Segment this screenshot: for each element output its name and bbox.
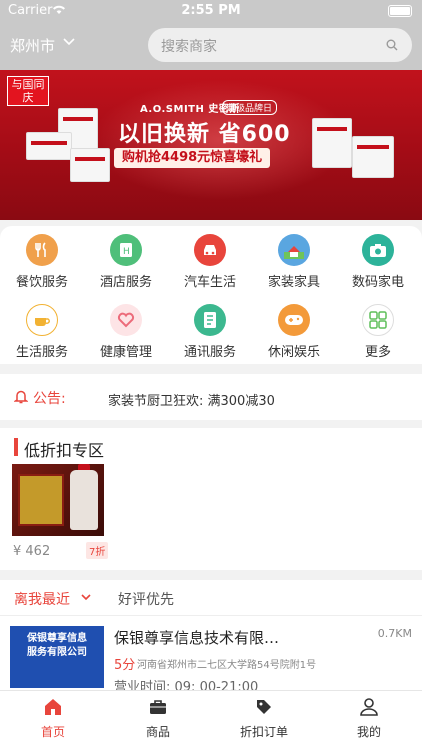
user-icon [360,698,378,716]
city-selector[interactable]: 郑州市 [10,35,55,56]
category-digital[interactable]: 数码家电 [336,234,420,290]
tab-home[interactable]: 首页 [13,697,93,740]
section-title: 低折扣专区 [24,441,105,460]
search-icon [386,39,398,51]
shop-distance: 0.7KM [377,627,412,640]
product-image [70,148,110,182]
promo-banner[interactable]: 与国同庆 A.O.SMITH 史密斯 超级品牌日 以旧换新 省600 购机抢44… [0,70,422,220]
tab-products[interactable]: 商品 [118,697,198,740]
coffee-icon [26,304,58,336]
category-dining[interactable]: 餐饮服务 [0,234,84,290]
heart-icon [110,304,142,336]
category-health[interactable]: 健康管理 [84,304,168,360]
chevron-down-icon[interactable] [80,592,92,602]
category-label: 餐饮服务 [15,275,68,290]
bottom-tab-bar: 首页 商品 折扣订单 我的 [0,690,422,750]
liquor-box [18,474,64,526]
status-bar: Carrier 2:55 PM [0,0,422,22]
clock: 2:55 PM [181,3,241,18]
category-leisure[interactable]: 休闲娱乐 [252,304,336,360]
category-label: 数码家电 [351,275,404,290]
home-icon [45,699,61,715]
hotel-icon: H [110,234,142,266]
contacts-icon [194,304,226,336]
svg-text:H: H [123,247,130,257]
camera-icon [362,234,394,266]
battery-icon [388,5,412,17]
category-telecom[interactable]: 通讯服务 [168,304,252,360]
announcement-bar[interactable]: 公告: 家装节厨卫狂欢: 满300减30 [0,374,422,420]
banner-tag: 超级品牌日 [222,100,278,115]
grid-icon [362,304,394,336]
category-label: 酒店服务 [99,275,152,290]
liquor-bottle [70,470,98,530]
category-label: 更多 [364,345,391,360]
shop-thumbnail: 保银尊享信息 服务有限公司 [10,626,104,688]
product-image [352,136,394,178]
discount-badge: 7折 [86,542,109,559]
chevron-down-icon[interactable] [62,34,76,48]
category-car[interactable]: 汽车生活 [168,234,252,290]
product-image [312,118,352,168]
category-more[interactable]: 更多 [336,304,420,360]
discount-section: 低折扣专区 ¥ 462 7折 [0,428,422,570]
product-image [26,132,72,160]
thumb-text: 保银尊享信息 [27,633,87,644]
header-bar: 郑州市 搜索商家 [0,22,422,70]
category-grid: 餐饮服务 H 酒店服务 汽车生活 家装家具 数码家电 生活服务 健康管理 通讯服… [0,226,422,364]
restaurant-icon [26,234,58,266]
shop-list-item[interactable]: 保银尊享信息 服务有限公司 保银尊享信息技术有限… 0.7KM 5分 河南省郑州… [0,616,422,690]
tab-label: 我的 [356,725,381,739]
shop-name: 保银尊享信息技术有限… [114,629,280,647]
tab-label: 折扣订单 [239,725,288,739]
category-label: 通讯服务 [183,345,236,360]
tab-label: 首页 [40,725,65,739]
house-icon [278,234,310,266]
tab-profile[interactable]: 我的 [329,697,409,740]
category-hotel[interactable]: H 酒店服务 [84,234,168,290]
tab-discount-orders[interactable]: 折扣订单 [224,697,304,740]
sort-bar: 离我最近 好评优先 [0,580,422,616]
banner-logo: 与国同庆 [7,76,49,106]
product-price: ¥ 462 [13,544,51,559]
shop-hours: 营业时间: 09: 00-21:00 [114,680,259,690]
thumb-text: 服务有限公司 [27,647,87,658]
announcement-label: 公告: [33,391,66,407]
car-icon [194,234,226,266]
category-label: 休闲娱乐 [267,345,320,360]
search-placeholder: 搜索商家 [161,39,217,55]
sort-rating[interactable]: 好评优先 [118,589,174,609]
banner-headline: 以旧换新 省600 [118,122,291,147]
tab-label: 商品 [145,725,170,739]
bell-icon [14,390,28,404]
briefcase-icon [150,700,166,714]
sort-nearest[interactable]: 离我最近 [14,589,70,609]
shop-score: 5分 [114,658,136,673]
category-label: 家装家具 [267,275,320,290]
tag-icon [257,700,271,714]
shop-address: 河南省郑州市二七区大学路54号院附1号 [137,660,317,671]
category-life[interactable]: 生活服务 [0,304,84,360]
section-marker [14,438,18,456]
product-thumbnail[interactable] [12,464,104,536]
search-input[interactable]: 搜索商家 [148,28,412,62]
category-label: 生活服务 [15,345,68,360]
gamepad-icon [278,304,310,336]
banner-subline: 购机抢4498元惊喜壕礼 [114,148,271,168]
category-label: 健康管理 [99,345,152,360]
announcement-text[interactable]: 家装节厨卫狂欢: 满300减30 [108,390,275,409]
category-label: 汽车生活 [183,275,236,290]
category-home[interactable]: 家装家具 [252,234,336,290]
